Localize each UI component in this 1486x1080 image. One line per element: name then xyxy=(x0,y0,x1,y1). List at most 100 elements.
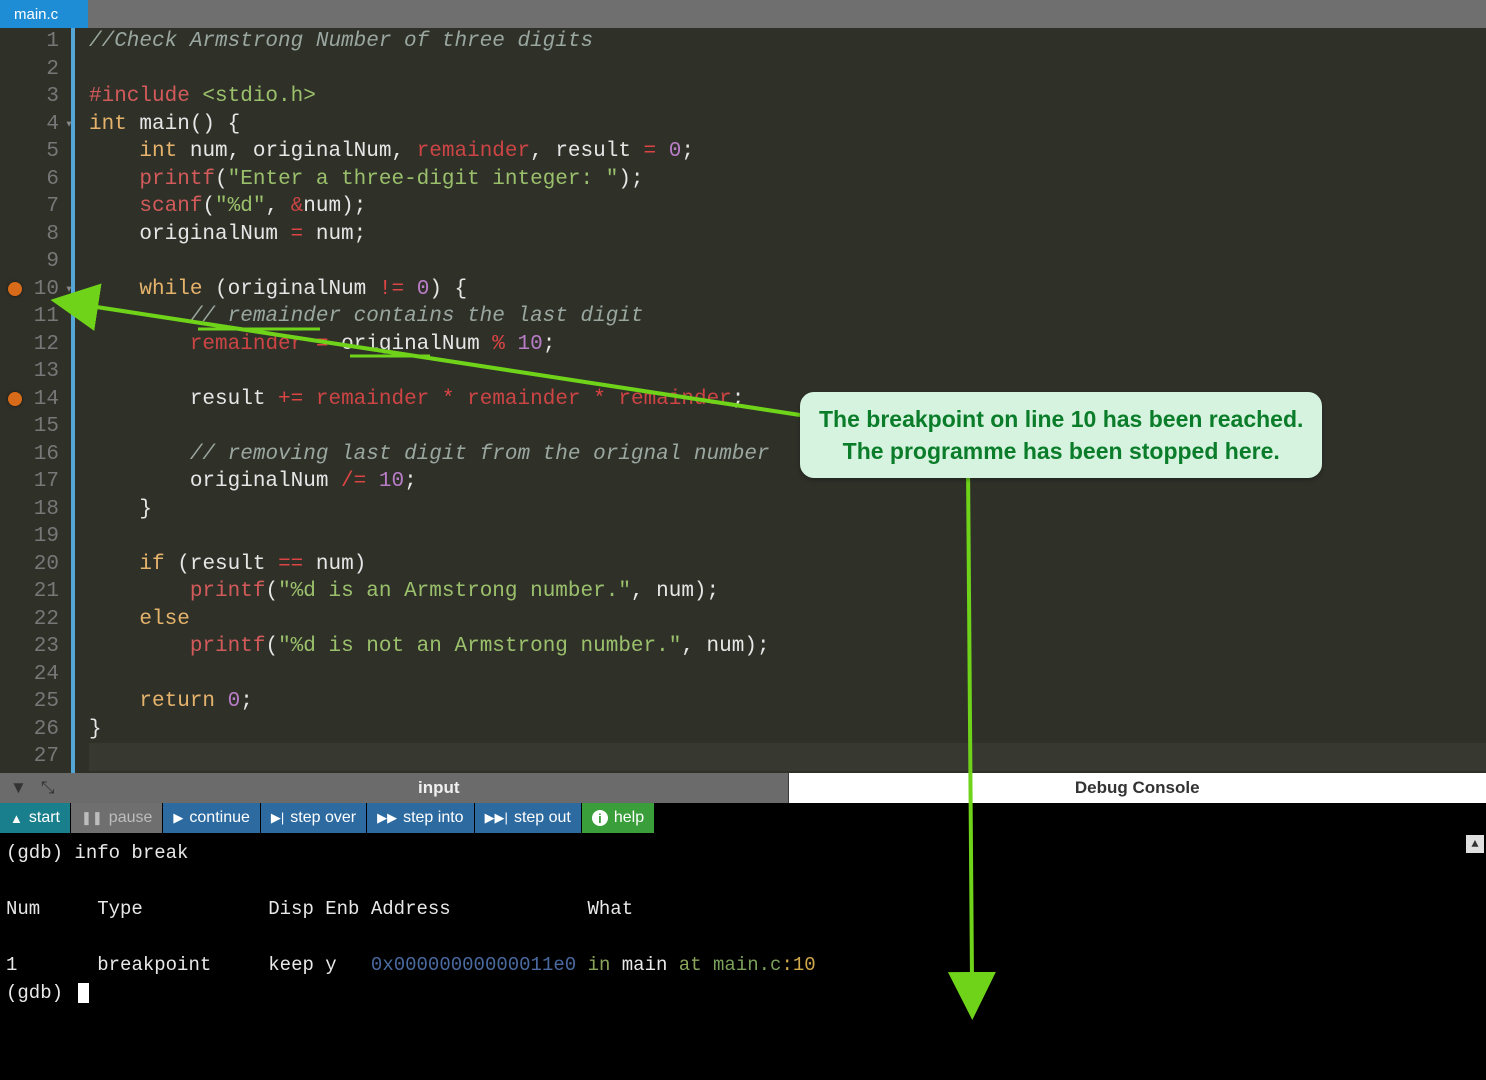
tab-debug-console[interactable]: Debug Console xyxy=(789,773,1486,803)
fold-icon[interactable]: ▾ xyxy=(65,276,73,304)
code-line[interactable]: } xyxy=(89,716,1486,744)
console-line: (gdb) info break xyxy=(6,839,1480,867)
code-line[interactable] xyxy=(89,56,1486,84)
code-line[interactable] xyxy=(89,743,1486,771)
text-caret xyxy=(78,983,89,1003)
step-over-button[interactable]: ▶| step over xyxy=(261,803,367,833)
line-number[interactable]: 8 xyxy=(0,221,59,249)
code-line[interactable]: scanf("%d", &num); xyxy=(89,193,1486,221)
code-line[interactable] xyxy=(89,661,1486,689)
line-number[interactable]: 5 xyxy=(0,138,59,166)
code-line[interactable]: originalNum = num; xyxy=(89,221,1486,249)
tab-input[interactable]: input xyxy=(90,773,789,803)
console-line xyxy=(6,923,1480,951)
code-line[interactable]: return 0; xyxy=(89,688,1486,716)
code-line[interactable]: printf("%d is not an Armstrong number.",… xyxy=(89,633,1486,661)
line-number[interactable]: 21 xyxy=(0,578,59,606)
line-number[interactable]: 3 xyxy=(0,83,59,111)
code-line[interactable]: #include <stdio.h> xyxy=(89,83,1486,111)
annotation-callout: The breakpoint on line 10 has been reach… xyxy=(800,392,1322,478)
line-number[interactable]: 4▾ xyxy=(0,111,59,139)
continue-button[interactable]: ▶ continue xyxy=(163,803,261,833)
code-line[interactable]: if (result == num) xyxy=(89,551,1486,579)
line-number[interactable]: 14 xyxy=(0,386,59,414)
code-line[interactable]: int main() { xyxy=(89,111,1486,139)
console-breakpoint-row: 1 breakpoint keep y 0x00000000000011e0 i… xyxy=(6,951,1480,979)
console-scrollbar[interactable]: ▲ xyxy=(1466,835,1484,853)
breakpoint-icon[interactable] xyxy=(8,282,22,296)
line-number[interactable]: 6 xyxy=(0,166,59,194)
debug-toolbar: ▲ start ❚❚ pause ▶ continue ▶| step over… xyxy=(0,803,1486,833)
code-line[interactable]: remainder = originalNum % 10; xyxy=(89,331,1486,359)
help-button[interactable]: i help xyxy=(582,803,655,833)
breakpoint-icon[interactable] xyxy=(8,392,22,406)
info-icon: i xyxy=(592,810,608,826)
pause-button[interactable]: ❚❚ pause xyxy=(71,803,163,833)
editor-gutter[interactable]: 1234▾5678910▾111213141516171819202122232… xyxy=(0,28,75,773)
line-number[interactable]: 18 xyxy=(0,496,59,524)
expand-icon[interactable]: ⤡ xyxy=(41,778,55,798)
tab-label: main.c xyxy=(14,6,58,23)
code-line[interactable] xyxy=(89,523,1486,551)
line-number[interactable]: 24 xyxy=(0,661,59,689)
debug-console[interactable]: (gdb) info break Num Type Disp Enb Addre… xyxy=(0,833,1486,1080)
code-line[interactable]: // remainder contains the last digit xyxy=(89,303,1486,331)
tab-debug-label: Debug Console xyxy=(1075,778,1200,798)
line-number[interactable]: 10▾ xyxy=(0,276,59,304)
step-over-label: step over xyxy=(290,809,356,827)
tab-bar: main.c xyxy=(0,0,1486,28)
line-number[interactable]: 19 xyxy=(0,523,59,551)
panel-tabs: ▼ ⤡ input Debug Console xyxy=(0,773,1486,803)
console-prompt[interactable]: (gdb) xyxy=(6,979,1480,1007)
line-number[interactable]: 20 xyxy=(0,551,59,579)
code-line[interactable]: printf("Enter a three-digit integer: "); xyxy=(89,166,1486,194)
help-label: help xyxy=(614,809,644,827)
line-number[interactable]: 23 xyxy=(0,633,59,661)
code-line[interactable]: //Check Armstrong Number of three digits xyxy=(89,28,1486,56)
continue-label: continue xyxy=(189,809,250,827)
step-over-icon: ▶| xyxy=(271,810,284,826)
line-number[interactable]: 12 xyxy=(0,331,59,359)
line-number[interactable]: 16 xyxy=(0,441,59,469)
line-number[interactable]: 9 xyxy=(0,248,59,276)
code-line[interactable]: while (originalNum != 0) { xyxy=(89,276,1486,304)
step-out-button[interactable]: ▶▶| step out xyxy=(475,803,582,833)
line-number[interactable]: 22 xyxy=(0,606,59,634)
scroll-up-icon[interactable]: ▲ xyxy=(1466,835,1484,853)
code-line[interactable] xyxy=(89,358,1486,386)
line-number[interactable]: 1 xyxy=(0,28,59,56)
console-header: Num Type Disp Enb Address What xyxy=(6,895,1480,923)
callout-line-2: The programme has been stopped here. xyxy=(819,435,1303,467)
step-into-button[interactable]: ▶▶ step into xyxy=(367,803,474,833)
tab-input-label: input xyxy=(418,778,460,798)
line-number[interactable]: 11 xyxy=(0,303,59,331)
code-line[interactable] xyxy=(89,248,1486,276)
play-icon: ▶ xyxy=(173,810,183,826)
code-line[interactable]: } xyxy=(89,496,1486,524)
line-number[interactable]: 26 xyxy=(0,716,59,744)
code-line[interactable]: else xyxy=(89,606,1486,634)
line-number[interactable]: 2 xyxy=(0,56,59,84)
pause-icon: ❚❚ xyxy=(81,810,103,826)
code-line[interactable]: printf("%d is an Armstrong number.", num… xyxy=(89,578,1486,606)
line-number[interactable]: 25 xyxy=(0,688,59,716)
callout-line-1: The breakpoint on line 10 has been reach… xyxy=(819,403,1303,435)
code-line[interactable]: int num, originalNum, remainder, result … xyxy=(89,138,1486,166)
collapse-icon[interactable]: ▼ xyxy=(10,778,27,798)
line-number[interactable]: 13 xyxy=(0,358,59,386)
step-into-label: step into xyxy=(403,809,463,827)
start-label: start xyxy=(29,809,60,827)
line-number[interactable]: 15 xyxy=(0,413,59,441)
pause-label: pause xyxy=(109,809,153,827)
line-number[interactable]: 7 xyxy=(0,193,59,221)
step-out-icon: ▶▶| xyxy=(485,810,508,826)
console-line xyxy=(6,867,1480,895)
fold-icon[interactable]: ▾ xyxy=(65,111,73,139)
line-number[interactable]: 17 xyxy=(0,468,59,496)
eject-icon: ▲ xyxy=(10,811,23,826)
step-into-icon: ▶▶ xyxy=(377,810,397,826)
start-button[interactable]: ▲ start xyxy=(0,803,71,833)
step-out-label: step out xyxy=(514,809,571,827)
tab-main-c[interactable]: main.c xyxy=(0,0,88,28)
line-number[interactable]: 27 xyxy=(0,743,59,771)
